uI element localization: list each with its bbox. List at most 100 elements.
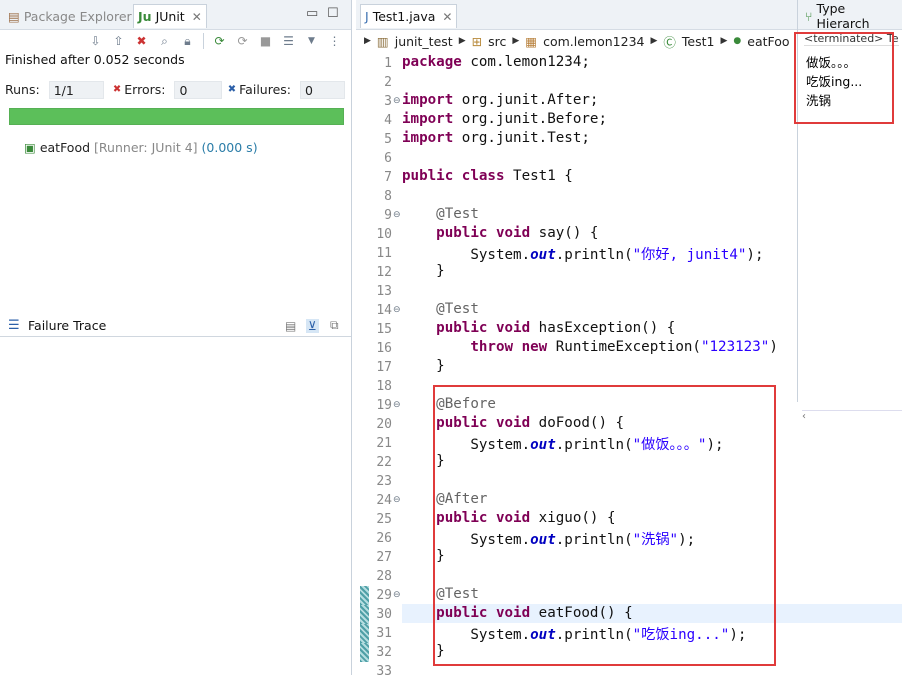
console-header: <terminated> Te xyxy=(804,32,899,46)
breadcrumb-class[interactable]: Test1 xyxy=(682,34,715,49)
line-number: 2 xyxy=(384,75,392,90)
rerun-icon[interactable]: ⟳ xyxy=(210,32,229,50)
code-line[interactable]: public void say() { xyxy=(402,225,598,241)
filter-stack-icon[interactable]: ⊻ xyxy=(306,318,319,333)
chevron-right-icon: ▶ xyxy=(458,36,466,46)
errors-label: Errors: xyxy=(124,82,166,97)
code-line[interactable]: package com.lemon1234; xyxy=(402,54,590,70)
show-failures-only-icon[interactable]: ✖ xyxy=(132,32,151,50)
code-line[interactable]: import org.junit.After; xyxy=(402,92,598,108)
horizontal-scrollbar[interactable]: ‹ xyxy=(802,410,902,424)
next-failure-icon[interactable]: ⇩ xyxy=(86,32,105,50)
copy-trace-icon[interactable]: ⧉ xyxy=(330,318,339,333)
test-time: (0.000 s) xyxy=(201,140,258,155)
code-line[interactable]: } xyxy=(402,358,445,374)
line-number: 24 xyxy=(376,493,392,508)
code-line[interactable]: } xyxy=(402,643,445,659)
chevron-right-icon: ▶ xyxy=(364,36,371,46)
test-name: eatFood xyxy=(39,140,91,155)
breadcrumb-src[interactable]: src xyxy=(488,34,506,49)
failures-value: 0 xyxy=(300,80,345,99)
run-status-text: Finished after 0.052 seconds xyxy=(5,52,185,67)
code-line[interactable]: @Test xyxy=(402,586,479,602)
fold-toggle-icon[interactable]: ⊖ xyxy=(393,210,401,220)
code-line[interactable]: System.out.println("做饭。。。"); xyxy=(402,434,723,454)
code-line[interactable]: public class Test1 { xyxy=(402,168,573,184)
close-icon[interactable]: ✕ xyxy=(192,10,202,24)
lock-icon[interactable]: 🔒︎ xyxy=(178,32,197,50)
fold-toggle-icon[interactable]: ⊖ xyxy=(393,590,401,600)
tab-label: Package Explorer xyxy=(23,8,132,24)
line-number: 1 xyxy=(384,56,392,71)
chevron-down-icon[interactable]: ▼ xyxy=(302,32,321,50)
fold-toggle-icon[interactable]: ⊖ xyxy=(393,305,401,315)
compare-results-icon[interactable]: ▤ xyxy=(285,319,296,333)
failures-stat: ✖ Failures: 0 xyxy=(227,80,345,99)
breadcrumb-project[interactable]: junit_test xyxy=(395,34,453,49)
junit-icon: Ju xyxy=(138,9,152,24)
breadcrumb-method[interactable]: eatFoo xyxy=(747,34,789,49)
chevron-left-icon[interactable]: ‹ xyxy=(802,411,806,422)
close-icon[interactable]: ✕ xyxy=(442,10,452,24)
code-line[interactable]: } xyxy=(402,263,445,279)
code-line[interactable]: public void eatFood() { xyxy=(402,605,632,621)
failure-trace-bar: ☰ Failure Trace ▤ ⊻ ⧉ xyxy=(0,315,351,337)
fold-toggle-icon[interactable]: ⊖ xyxy=(393,96,401,106)
coverage-marker xyxy=(360,643,369,662)
scroll-lock-icon[interactable]: ⌕ xyxy=(155,32,174,50)
test-result-item[interactable]: ▣ eatFood [Runner: JUnit 4] (0.000 s) xyxy=(24,140,258,155)
class-icon: Ⓒ xyxy=(663,34,676,50)
code-line[interactable]: throw new RuntimeException("123123") xyxy=(402,339,778,355)
fold-toggle-icon[interactable]: ⊖ xyxy=(393,400,401,410)
test-runner: [Runner: JUnit 4] xyxy=(94,140,198,155)
code-line[interactable]: @Before xyxy=(402,396,496,412)
line-number: 18 xyxy=(376,379,392,394)
chevron-right-icon: ▶ xyxy=(650,36,658,46)
code-line[interactable]: public void xiguo() { xyxy=(402,510,615,526)
code-line[interactable]: public void hasException() { xyxy=(402,320,675,336)
code-line[interactable]: } xyxy=(402,548,445,564)
left-tab-bar: ▤ Package Explorer Ju JUnit ✕ ▭ ☐ xyxy=(0,0,351,30)
tab-test1-java[interactable]: J Test1.java ✕ xyxy=(360,4,458,28)
tab-junit[interactable]: Ju JUnit ✕ xyxy=(133,4,207,28)
tab-package-explorer[interactable]: ▤ Package Explorer xyxy=(4,4,136,28)
line-number: 16 xyxy=(376,341,392,356)
junit-view: ▤ Package Explorer Ju JUnit ✕ ▭ ☐ ⇩ ⇧ ✖ … xyxy=(0,0,352,675)
code-line[interactable]: @Test xyxy=(402,301,479,317)
error-icon: ✖ xyxy=(112,84,122,95)
maximize-icon[interactable]: ☐ xyxy=(327,6,339,21)
tab-label: JUnit xyxy=(155,9,185,24)
code-line[interactable]: System.out.println("吃饭ing..."); xyxy=(402,624,746,644)
code-line[interactable]: } xyxy=(402,453,445,469)
line-number: 11 xyxy=(376,246,392,261)
code-line[interactable]: System.out.println("洗锅"); xyxy=(402,529,695,549)
view-menu-icon[interactable]: ⋮ xyxy=(325,32,344,50)
tab-type-hierarchy[interactable]: ⑂ Type Hierarch xyxy=(801,1,902,31)
line-number: 19 xyxy=(376,398,392,413)
code-line[interactable]: import org.junit.Before; xyxy=(402,111,607,127)
test-run-history-icon[interactable]: ☰ xyxy=(279,32,298,50)
code-line[interactable]: @Test xyxy=(402,206,479,222)
line-number: 22 xyxy=(376,455,392,470)
coverage-marker xyxy=(360,624,369,643)
code-line[interactable]: public void doFood() { xyxy=(402,415,624,431)
code-line[interactable]: @After xyxy=(402,491,487,507)
fold-toggle-icon[interactable]: ⊖ xyxy=(393,495,401,505)
failure-icon: ✖ xyxy=(227,84,237,95)
rerun-failed-first-icon[interactable]: ⟳ xyxy=(233,32,252,50)
line-number: 3 xyxy=(384,94,392,109)
minimize-icon[interactable]: ▭ xyxy=(306,6,318,21)
stop-icon[interactable]: ■ xyxy=(256,32,275,50)
console-line: 吃饭ing... xyxy=(806,74,863,89)
breadcrumb-package[interactable]: com.lemon1234 xyxy=(543,34,644,49)
chevron-right-icon: ▶ xyxy=(720,36,728,46)
code-line[interactable]: System.out.println("你好, junit4"); xyxy=(402,244,763,264)
runs-stat: Runs: 1/1 xyxy=(5,80,113,99)
breadcrumb: ▶ ▥ junit_test ▶ ⊞ src ▶ ▦ com.lemon1234… xyxy=(364,31,790,51)
line-number: 26 xyxy=(376,531,392,546)
errors-stat: ✖ Errors: 0 xyxy=(112,80,228,99)
code-line[interactable]: import org.junit.Test; xyxy=(402,130,590,146)
line-number: 10 xyxy=(376,227,392,242)
test-progress-bar xyxy=(9,108,344,125)
previous-failure-icon[interactable]: ⇧ xyxy=(109,32,128,50)
